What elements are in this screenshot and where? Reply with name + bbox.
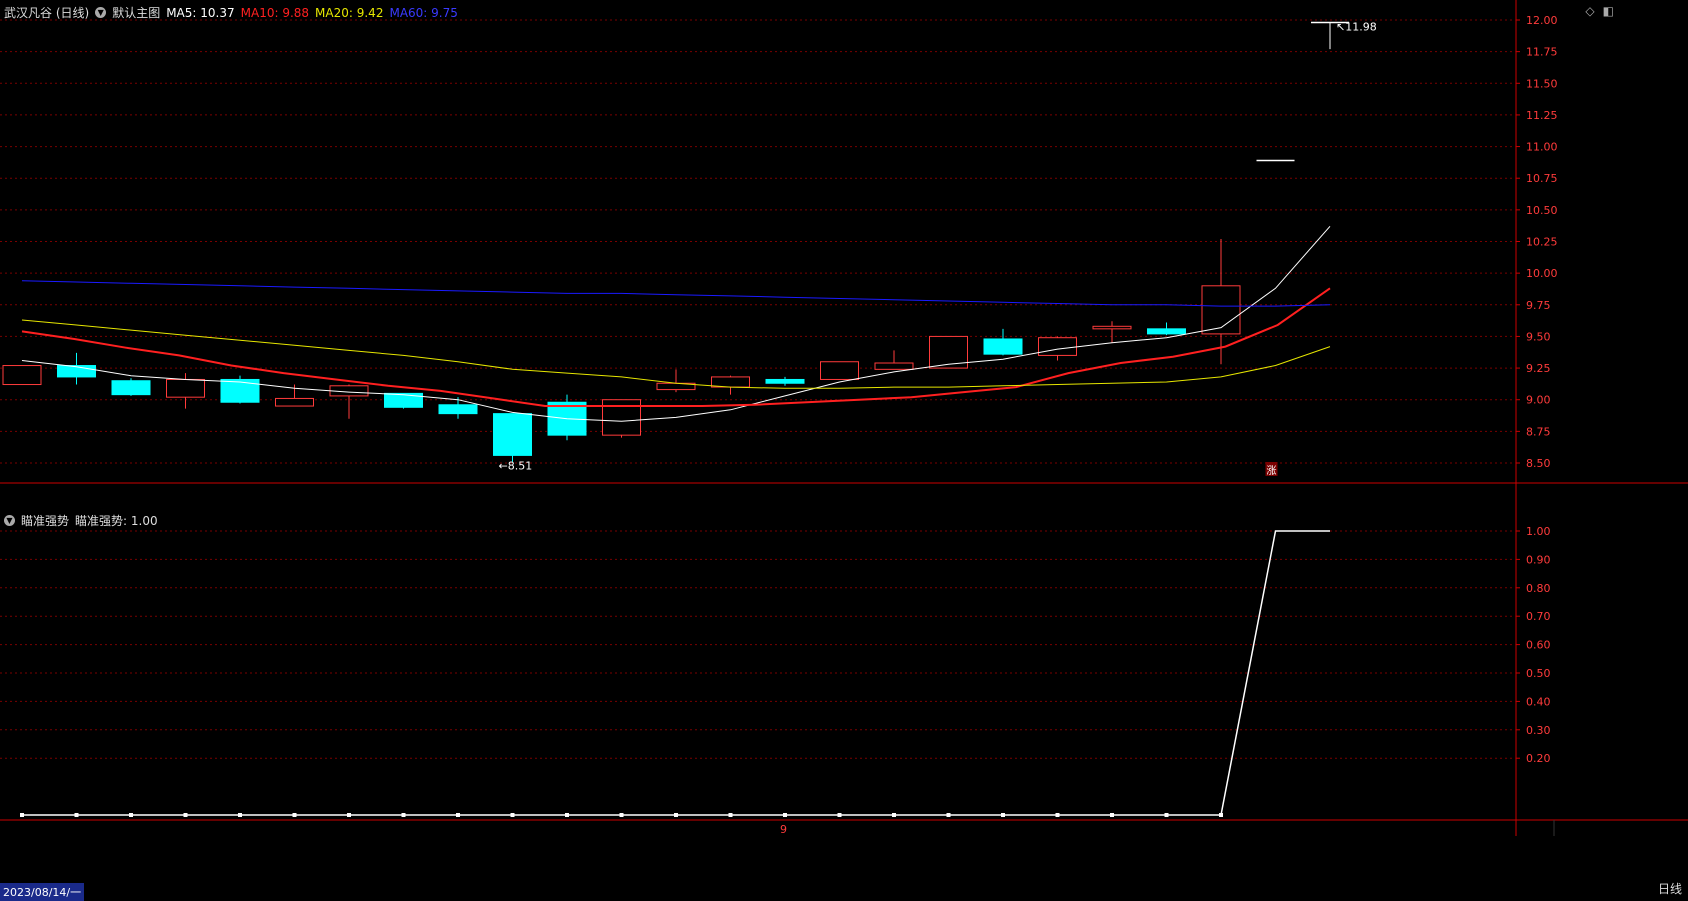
main-tick-label: 11.50 [1526, 77, 1558, 90]
sub-tick-label: 1.00 [1526, 525, 1551, 538]
candle-body [711, 376, 750, 388]
top-right-icons: ◇ ◧ [1585, 4, 1614, 18]
main-tick-label: 9.75 [1526, 299, 1551, 312]
indicator-value: 瞄准强势: 1.00 [75, 514, 158, 528]
indicator-point [946, 813, 951, 817]
main-tick-label: 8.75 [1526, 425, 1551, 438]
main-tick-label: 11.75 [1526, 46, 1558, 59]
ma-line-ma60 [21, 280, 1331, 307]
indicator-point [238, 813, 242, 817]
indicator-point [74, 813, 79, 817]
indicator-name[interactable]: 瞄准强势 [21, 512, 69, 529]
candle-body [493, 413, 532, 456]
indicator-point [456, 813, 460, 817]
dropdown-icon[interactable]: ▼ [95, 7, 107, 18]
candle-body [166, 378, 205, 398]
indicator-point [1001, 813, 1005, 817]
low-price-annotation: ←8.51 [499, 460, 533, 473]
candle-body [765, 378, 805, 384]
indicator-point [837, 813, 842, 817]
indicator-point [783, 813, 787, 817]
high-price-annotation: ↖11.98 [1336, 21, 1377, 34]
indicator-point [183, 813, 188, 817]
candle-body [220, 378, 260, 403]
candle-body [983, 338, 1023, 355]
indicator-point [510, 813, 515, 817]
main-tick-label: 9.50 [1526, 330, 1551, 343]
candle-body [111, 380, 151, 396]
candle-body [275, 397, 314, 407]
date-cursor-label: 2023/08/14/一 [0, 883, 85, 901]
indicator-dropdown-icon[interactable]: ▼ [4, 515, 15, 526]
candle-body [438, 404, 478, 415]
sub-tick-label: 0.30 [1526, 724, 1551, 737]
indicator-point [292, 813, 297, 817]
main-tick-label: 10.75 [1526, 172, 1558, 185]
sub-tick-label: 0.70 [1526, 610, 1551, 623]
indicator-point [892, 813, 896, 817]
main-tick-label: 10.25 [1526, 236, 1558, 249]
main-tick-label: 10.00 [1526, 267, 1558, 280]
zhang-marker: 涨 [1267, 465, 1277, 477]
ma20-label: MA20: 9.42 [315, 5, 384, 20]
stock-chart[interactable]: 12.00 11.75 11.50 11.25 11.00 10.75 10.50 10.25… [0, 0, 1688, 901]
ma60-label: MA60: 9.75 [389, 5, 458, 20]
stock-title[interactable]: 武汉凡谷 (日线) [4, 4, 89, 21]
sub-tick-label: 0.50 [1526, 667, 1551, 680]
indicator-point [619, 813, 624, 817]
indicator-point [347, 813, 351, 817]
candle-body [1201, 285, 1241, 335]
indicator-point [1110, 813, 1114, 817]
period-label[interactable]: 日线 [1658, 880, 1682, 897]
indicator-point [1164, 813, 1169, 817]
main-tick-label: 9.25 [1526, 362, 1551, 375]
candle-body [820, 361, 859, 380]
sub-tick-label: 0.90 [1526, 553, 1551, 566]
indicator-point [728, 813, 733, 817]
main-tick-label: 11.00 [1526, 141, 1558, 154]
candle-body [1147, 328, 1186, 335]
candle-body [1092, 325, 1132, 330]
month-marker: 9 [780, 823, 787, 836]
indicator-point [565, 813, 569, 817]
sub-tick-label: 0.40 [1526, 695, 1551, 708]
ma10-label: MA10: 9.88 [240, 5, 310, 20]
main-tick-label: 10.50 [1526, 204, 1558, 217]
main-tick-label: 11.25 [1526, 109, 1558, 122]
main-chart-name[interactable]: 默认主图 [112, 4, 160, 21]
indicator-point [129, 813, 133, 817]
ma5-label: MA5: 10.37 [166, 5, 235, 20]
indicator-point [20, 813, 24, 817]
candle-body [1038, 337, 1077, 356]
panel-toggle-icon[interactable]: ◧ [1603, 4, 1614, 18]
diamond-icon[interactable]: ◇ [1585, 4, 1594, 18]
sub-tick-label: 0.60 [1526, 639, 1551, 652]
indicator-point [1055, 813, 1060, 817]
main-tick-label: 8.50 [1526, 457, 1551, 470]
indicator-point [401, 813, 406, 817]
candle-body [2, 365, 42, 386]
indicator-point [1219, 813, 1223, 817]
candle-body [874, 362, 914, 370]
main-chart-header: 武汉凡谷 (日线) ▼ 默认主图 MA5: 10.37 MA10: 9.88 M… [4, 4, 458, 21]
sub-tick-label: 0.80 [1526, 582, 1551, 595]
main-tick-label: 9.00 [1526, 394, 1551, 407]
main-tick-label: 12.00 [1526, 14, 1558, 27]
sub-chart-header: ▼ 瞄准强势 瞄准强势: 1.00 [4, 512, 158, 529]
sub-tick-label: 0.20 [1526, 752, 1551, 765]
indicator-point [674, 813, 678, 817]
